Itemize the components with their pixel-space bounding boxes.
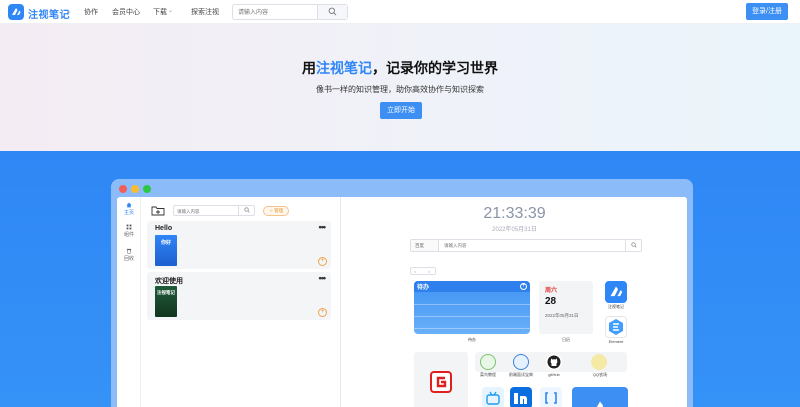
app-g-tile[interactable] bbox=[414, 352, 468, 407]
web-search-input[interactable] bbox=[444, 242, 594, 249]
app-large-tile[interactable] bbox=[572, 387, 628, 407]
next-page-button[interactable]: > bbox=[428, 269, 430, 274]
search-input[interactable] bbox=[238, 7, 316, 18]
clock: 21:33:39 bbox=[483, 205, 546, 222]
hero-section: 用注视笔记，记录你的学习世界 像书一样的知识管理，助你高效协作与知识探索 立即开… bbox=[0, 24, 800, 151]
brand-name[interactable]: 注视笔记 bbox=[28, 6, 70, 21]
app-window: 主页 组件 回收 ☆ bbox=[111, 179, 693, 407]
app-label: Element bbox=[608, 339, 624, 344]
calendar-caption: 日历 bbox=[562, 337, 570, 342]
app-runoob-icon[interactable] bbox=[480, 354, 496, 370]
engine-select[interactable]: 百度 bbox=[411, 240, 439, 251]
sidebar-item-trash[interactable]: 回收 bbox=[117, 248, 141, 262]
chevron-down-icon[interactable]: ⌄ bbox=[168, 7, 173, 14]
calendar-weekday: 周六 bbox=[545, 288, 558, 294]
g-logo-icon bbox=[430, 371, 452, 393]
search-icon bbox=[328, 7, 337, 16]
manage-tag[interactable]: ☆ 管理 bbox=[263, 206, 290, 216]
notes-panel: ☆ 管理 Hello ••• 你好 + 欢迎使用 ••• 注视笔记 + bbox=[141, 197, 341, 407]
nav-member[interactable]: 会员中心 bbox=[112, 7, 140, 17]
app-element-icon[interactable] bbox=[605, 316, 627, 338]
notebook-cover: 你好 bbox=[155, 235, 177, 266]
onenote-icon[interactable] bbox=[510, 387, 532, 407]
app-label: gitHub bbox=[548, 372, 560, 377]
notes-search-input[interactable] bbox=[177, 207, 233, 215]
trash-icon bbox=[126, 248, 132, 254]
web-search: 百度 bbox=[410, 239, 642, 252]
github-icon[interactable] bbox=[546, 354, 562, 370]
login-button[interactable]: 登录/注册 bbox=[746, 3, 788, 20]
app-label: QQ农场 bbox=[592, 372, 608, 377]
todo-divider bbox=[414, 328, 530, 329]
home-icon bbox=[126, 202, 132, 208]
nav-collab[interactable]: 协作 bbox=[84, 7, 98, 17]
page-switcher: < > bbox=[410, 267, 436, 275]
notebook-cover: 注视笔记 bbox=[155, 286, 177, 317]
bracket-icon[interactable] bbox=[540, 387, 562, 407]
note-title: Hello bbox=[155, 225, 173, 232]
hero-subtitle: 像书一样的知识管理，助你高效协作与知识探索 bbox=[316, 85, 484, 94]
dashboard: 21:33:39 2022年05月31日 百度 < > 待办 bbox=[342, 197, 687, 407]
todo-caption: 待办 bbox=[468, 337, 476, 342]
add-icon[interactable]: + bbox=[318, 308, 327, 317]
maximize-dot bbox=[143, 185, 151, 193]
bilibili-icon[interactable] bbox=[482, 387, 504, 407]
todo-divider bbox=[414, 304, 530, 305]
note-card[interactable]: 欢迎使用 ••• 注视笔记 + bbox=[147, 272, 331, 320]
nav-download[interactable]: 下载 bbox=[153, 7, 167, 17]
app-qq-farm-icon[interactable] bbox=[591, 354, 607, 370]
app-interview-icon[interactable] bbox=[513, 354, 529, 370]
add-todo-icon[interactable]: + bbox=[520, 283, 527, 290]
add-icon[interactable]: + bbox=[318, 257, 327, 266]
todo-divider bbox=[414, 316, 530, 317]
hero-title: 用注视笔记，记录你的学习世界 bbox=[302, 60, 498, 76]
sidebar-item-components[interactable]: 组件 bbox=[117, 224, 141, 238]
preview-section: 主页 组件 回收 ☆ bbox=[0, 151, 800, 407]
app-zhushi-icon[interactable] bbox=[605, 281, 627, 303]
top-nav: 注视笔记 ⌄ 协作 会员中心 下载 ⌄ 探索注视 登录/注册 bbox=[0, 0, 800, 24]
search-icon bbox=[244, 207, 250, 213]
web-search-button[interactable] bbox=[625, 240, 641, 251]
grid-icon bbox=[126, 224, 132, 230]
calendar-full-date: 2022年05月31日 bbox=[545, 313, 579, 318]
app-label: 注视笔记 bbox=[608, 304, 624, 309]
start-button[interactable]: 立即开始 bbox=[380, 102, 422, 119]
todo-widget[interactable]: 待办 + bbox=[414, 281, 530, 334]
clock-date: 2022年05月31日 bbox=[492, 227, 537, 233]
note-title: 欢迎使用 bbox=[155, 278, 183, 285]
app-label: 前端面试宝典 bbox=[509, 372, 533, 377]
app-screen: 主页 组件 回收 ☆ bbox=[117, 197, 687, 407]
calendar-widget[interactable]: 周六 28 2022年05月31日 bbox=[539, 281, 593, 334]
search-icon bbox=[631, 242, 637, 248]
todo-title: 待办 bbox=[417, 285, 430, 291]
close-dot bbox=[119, 185, 127, 193]
note-card[interactable]: Hello ••• 你好 + bbox=[147, 221, 331, 269]
notes-search-button[interactable] bbox=[238, 206, 254, 215]
notes-search bbox=[173, 205, 255, 216]
calendar-day: 28 bbox=[545, 296, 557, 307]
todo-header: 待办 + bbox=[414, 281, 530, 292]
nav-explore[interactable]: 探索注视 bbox=[191, 7, 219, 17]
app-label: 菜鸟教程 bbox=[480, 372, 496, 377]
header-search bbox=[232, 4, 348, 20]
more-icon[interactable]: ••• bbox=[319, 273, 327, 283]
chevron-down-icon[interactable]: ⌄ bbox=[66, 7, 72, 15]
logo-icon[interactable] bbox=[8, 4, 24, 20]
app-sidebar: 主页 组件 回收 bbox=[117, 197, 141, 407]
prev-page-button[interactable]: < bbox=[414, 269, 416, 274]
more-icon[interactable]: ••• bbox=[319, 222, 327, 232]
add-folder-icon[interactable] bbox=[151, 205, 165, 216]
sidebar-item-home[interactable]: 主页 bbox=[117, 202, 141, 216]
search-button[interactable] bbox=[317, 5, 347, 19]
minimize-dot bbox=[131, 185, 139, 193]
